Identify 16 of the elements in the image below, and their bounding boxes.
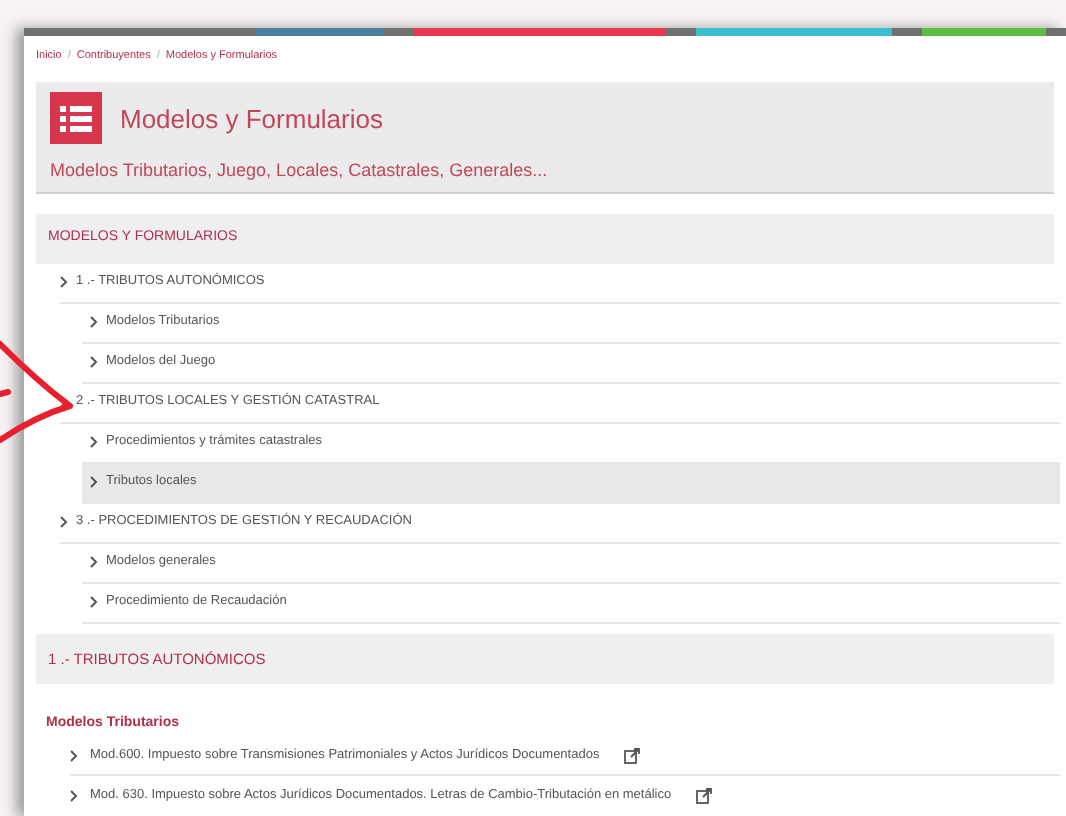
chevron-icon bbox=[70, 749, 78, 761]
arrow-annotation bbox=[0, 340, 76, 444]
external-link-icon bbox=[623, 747, 640, 763]
chevron-icon bbox=[90, 476, 98, 489]
list-icon bbox=[50, 92, 102, 145]
external-link-icon bbox=[695, 788, 712, 804]
chevron-icon bbox=[90, 356, 98, 369]
page-subtitle: Modelos Tributarios, Juego, Locales, Catastrales, Generales... bbox=[50, 162, 550, 181]
chevron-icon bbox=[90, 316, 98, 329]
chevron-icon bbox=[60, 516, 68, 529]
chevron-icon bbox=[90, 556, 98, 569]
chevron-icon bbox=[60, 276, 68, 289]
chevron-icon bbox=[90, 436, 98, 449]
chevron-icon bbox=[90, 596, 98, 609]
chevron-icon bbox=[70, 790, 78, 802]
page-title: Modelos y Formularios bbox=[120, 105, 383, 132]
